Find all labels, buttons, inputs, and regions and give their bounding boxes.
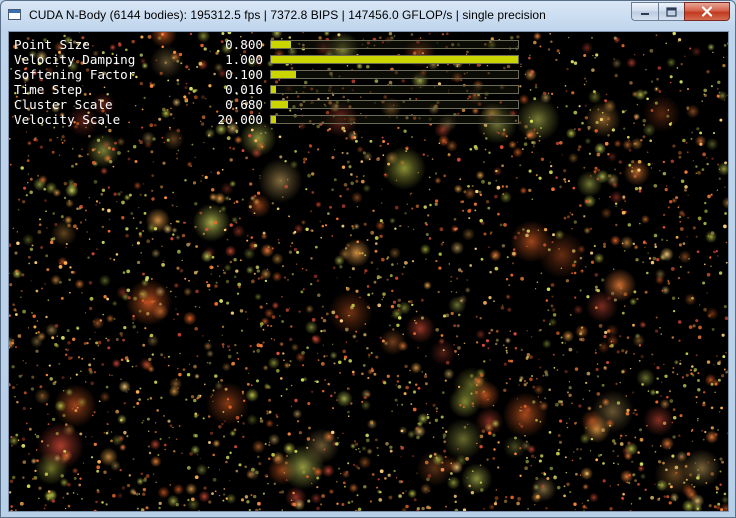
caption-buttons [631, 2, 730, 21]
simulation-viewport[interactable]: Point Size 0.800 Velocity Damping 1.000 Soft… [8, 31, 729, 512]
param-slider[interactable] [270, 70, 519, 79]
close-icon [701, 6, 713, 17]
param-slider[interactable] [270, 40, 519, 49]
param-row: Velocity Scale 20.000 [14, 112, 524, 127]
title-bar[interactable]: CUDA N-Body (6144 bodies): 195312.5 fps … [1, 1, 735, 31]
minimize-button[interactable] [631, 2, 658, 21]
param-slider-fill [271, 41, 291, 48]
app-window: CUDA N-Body (6144 bodies): 195312.5 fps … [0, 0, 736, 518]
application-window-icon[interactable] [8, 9, 21, 20]
window-title: CUDA N-Body (6144 bodies): 195312.5 fps … [29, 8, 546, 22]
close-button[interactable] [684, 2, 730, 21]
param-slider[interactable] [270, 100, 519, 109]
param-label: Velocity Scale [14, 112, 121, 127]
param-row: Velocity Damping 1.000 [14, 52, 524, 67]
param-row: Point Size 0.800 [14, 37, 524, 52]
param-slider[interactable] [270, 55, 519, 64]
param-slider-fill [271, 56, 518, 63]
param-row: Cluster Scale 0.680 [14, 97, 524, 112]
param-label: Cluster Scale [14, 97, 113, 112]
param-slider[interactable] [270, 85, 519, 94]
maximize-icon [666, 6, 677, 17]
param-row: Softening Factor 0.100 [14, 67, 524, 82]
param-row: Time Step 0.016 [14, 82, 524, 97]
minimize-icon [641, 12, 649, 15]
param-value: 0.800 [225, 37, 263, 52]
param-slider-fill [271, 116, 276, 123]
param-value: 0.680 [225, 97, 263, 112]
param-slider-fill [271, 101, 289, 108]
param-value: 20.000 [217, 112, 264, 127]
param-label: Velocity Damping [14, 52, 136, 67]
param-label: Time Step [14, 82, 83, 97]
parameter-panel: Point Size 0.800 Velocity Damping 1.000 Soft… [14, 37, 524, 127]
param-value: 0.016 [225, 82, 263, 97]
param-slider-fill [271, 71, 296, 78]
param-value: 1.000 [225, 52, 263, 67]
param-value: 0.100 [225, 67, 263, 82]
param-slider[interactable] [270, 115, 519, 124]
param-slider-fill [271, 86, 276, 93]
param-label: Point Size [14, 37, 90, 52]
maximize-button[interactable] [658, 2, 684, 21]
param-label: Softening Factor [14, 67, 136, 82]
